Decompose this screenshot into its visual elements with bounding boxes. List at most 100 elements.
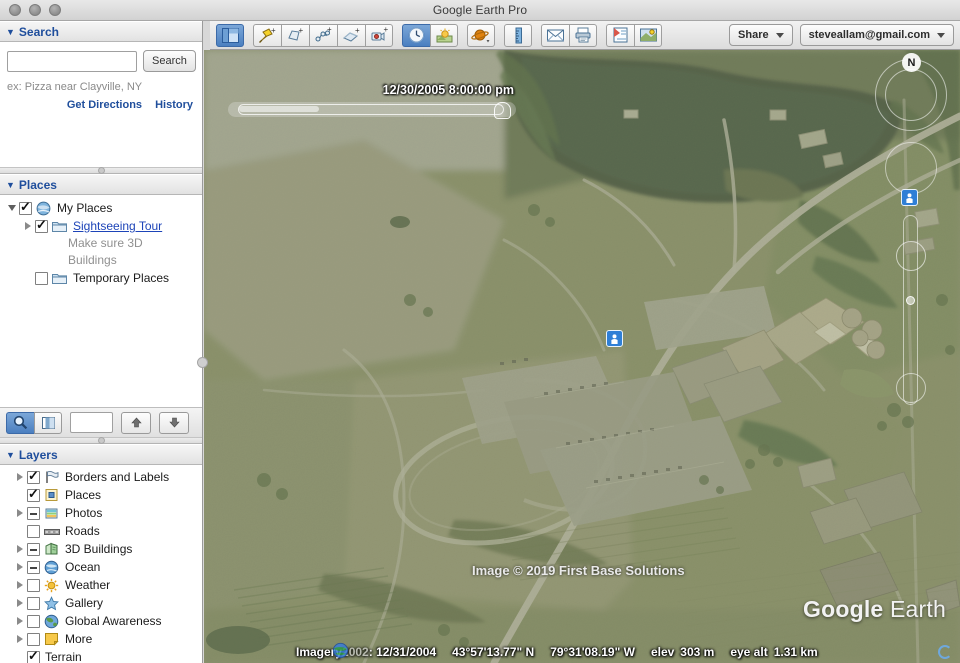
view-in-maps-button[interactable] (634, 23, 662, 47)
twisty-closed-icon[interactable] (12, 563, 27, 571)
google-earth-watermark: Google Earth (803, 596, 946, 623)
layer-item-ocean[interactable]: Ocean (0, 558, 202, 576)
layer-item-global-awareness[interactable]: Global Awareness (0, 612, 202, 630)
window-title: Google Earth Pro (432, 3, 528, 17)
north-indicator[interactable]: N (902, 53, 921, 72)
historical-imagery-button[interactable] (402, 23, 430, 47)
pan-control-ring[interactable] (885, 142, 937, 194)
account-menu-button[interactable]: steveallam@gmail.com (799, 24, 954, 46)
time-slider-label: 12/30/2005 8:00:00 pm (382, 83, 514, 97)
longitude-value: 79°31'08.19" W (550, 645, 635, 659)
switch-to-sky-button[interactable] (467, 23, 495, 47)
compass-inner-ring[interactable] (885, 69, 937, 121)
email-button[interactable] (541, 23, 569, 47)
layer-item-borders-and-labels[interactable]: Borders and Labels (0, 468, 202, 486)
checkbox-more[interactable] (27, 632, 40, 646)
twisty-closed-icon[interactable] (20, 222, 35, 230)
record-tour-button[interactable]: + (365, 23, 393, 47)
twisty-closed-icon[interactable] (12, 509, 27, 517)
checkbox-global-awareness[interactable] (27, 614, 40, 628)
search-places-button[interactable] (6, 411, 34, 434)
add-placemark-button[interactable]: + (253, 23, 281, 47)
layer-item-label: Borders and Labels (65, 470, 170, 484)
twisty-closed-icon[interactable] (12, 545, 27, 553)
checkbox-temporary-places[interactable] (35, 271, 48, 285)
checkbox-3d-buildings[interactable] (27, 542, 40, 556)
checkbox-borders-and-labels[interactable] (27, 468, 40, 484)
sunlight-button[interactable] (430, 23, 458, 47)
historical-imagery-time-slider[interactable]: 12/30/2005 8:00:00 pm (228, 83, 516, 119)
places-item-sightseeing-tour[interactable]: Sightseeing Tour (0, 217, 202, 235)
map-view[interactable]: 12/30/2005 8:00:00 pm N Image © 2019 Fir… (204, 50, 960, 663)
search-panel-header[interactable]: ▼ Search (0, 21, 202, 42)
zoom-out-button[interactable] (896, 373, 926, 403)
layer-item-label: Photos (65, 506, 103, 520)
places-layers-splitter[interactable] (0, 437, 202, 444)
places-filter-input[interactable] (70, 412, 113, 433)
layer-item-roads[interactable]: Roads (0, 522, 202, 540)
checkbox-places[interactable] (27, 486, 40, 502)
zoom-slider-thumb[interactable] (906, 296, 915, 305)
search-input[interactable] (7, 50, 137, 72)
time-slider-handle[interactable] (494, 102, 511, 119)
checkbox-terrain[interactable] (27, 648, 40, 663)
ruler-button[interactable] (504, 23, 532, 47)
places-item-my-places[interactable]: My Places (0, 199, 202, 217)
add-image-overlay-button[interactable]: + (337, 23, 365, 47)
print-button[interactable] (569, 23, 597, 47)
globe-icon (35, 200, 52, 216)
places-item-note-line2: Buildings (68, 253, 117, 267)
places-panel-header[interactable]: ▼ Places (0, 174, 202, 195)
layer-item-gallery[interactable]: Gallery (0, 594, 202, 612)
places-footer-toolbar (0, 407, 202, 437)
layer-item-terrain[interactable]: Terrain (0, 648, 202, 663)
places-item-label[interactable]: Sightseeing Tour (72, 219, 162, 233)
street-view-marker-icon[interactable] (606, 330, 623, 347)
share-button[interactable]: Share (729, 24, 793, 46)
add-polygon-button[interactable]: + (281, 23, 309, 47)
toolbar-group-planet (467, 23, 495, 47)
save-image-button[interactable] (606, 23, 634, 47)
layer-item-3d-buildings[interactable]: 3D Buildings (0, 540, 202, 558)
places-panel: ▼ Places My Places (0, 174, 202, 437)
move-down-button[interactable] (159, 411, 189, 434)
layer-item-more[interactable]: More (0, 630, 202, 648)
twisty-closed-icon[interactable] (12, 635, 27, 643)
zoom-in-button[interactable] (896, 241, 926, 271)
places-item-temporary-places[interactable]: Temporary Places (0, 269, 202, 287)
checkbox-sightseeing-tour[interactable] (35, 217, 48, 233)
borders-labels-icon (43, 470, 60, 485)
places-tree: My Places Sightseeing Tour Make sure 3D … (0, 195, 202, 407)
layer-item-weather[interactable]: Weather (0, 576, 202, 594)
twisty-closed-icon[interactable] (12, 617, 27, 625)
image-copyright-text: Image © 2019 First Base Solutions (472, 563, 685, 578)
twisty-closed-icon[interactable] (12, 473, 27, 481)
layer-item-places[interactable]: Places (0, 486, 202, 504)
places-view-buttons (6, 411, 62, 434)
checkbox-gallery[interactable] (27, 596, 40, 610)
move-up-button[interactable] (121, 411, 151, 434)
street-view-pegman-icon[interactable] (901, 189, 918, 206)
history-link[interactable]: History (155, 99, 193, 111)
layer-item-photos[interactable]: Photos (0, 504, 202, 522)
places-item-note-line1: Make sure 3D (68, 236, 143, 250)
twisty-closed-icon[interactable] (12, 599, 27, 607)
svg-text:+: + (355, 27, 360, 35)
checkbox-weather[interactable] (27, 578, 40, 592)
checkbox-photos[interactable] (27, 506, 40, 520)
search-places-splitter[interactable] (0, 167, 202, 174)
add-path-button[interactable]: + (309, 23, 337, 47)
checkbox-ocean[interactable] (27, 560, 40, 574)
layers-panel-header[interactable]: ▼ Layers (0, 444, 202, 465)
search-button[interactable]: Search (143, 50, 196, 72)
watermark-google: Google (803, 596, 884, 622)
get-directions-link[interactable]: Get Directions (67, 99, 142, 111)
checkbox-roads[interactable] (27, 524, 40, 538)
twisty-open-icon[interactable] (4, 205, 19, 211)
checkbox-my-places[interactable] (19, 199, 32, 215)
twisty-closed-icon[interactable] (12, 581, 27, 589)
sidebar-width-splitter[interactable] (197, 357, 208, 368)
split-view-button[interactable] (34, 411, 62, 434)
toggle-sidebar-button[interactable] (216, 23, 244, 47)
svg-text:+: + (327, 27, 332, 34)
